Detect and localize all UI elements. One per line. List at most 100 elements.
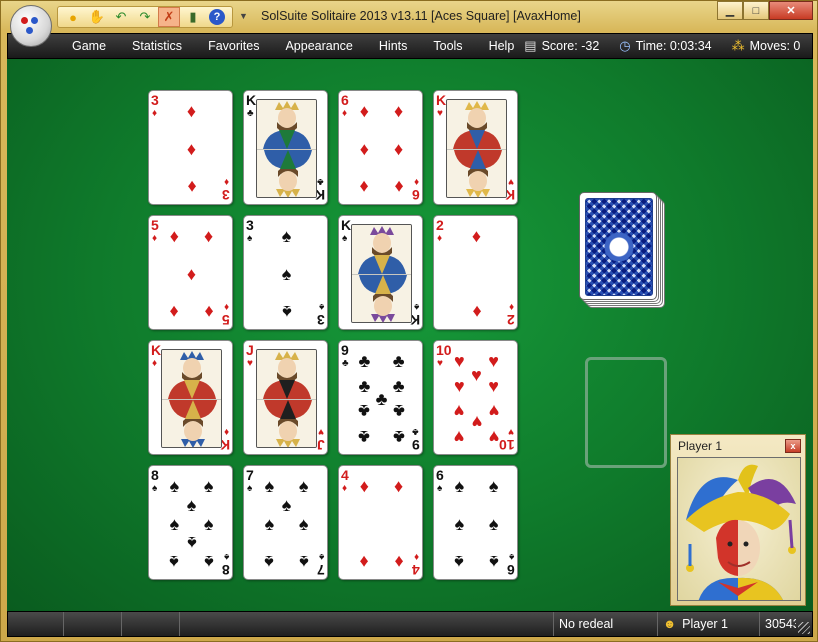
card-suit-icon-bottom: ♦ [413, 551, 419, 562]
score-label: Score: [541, 39, 578, 53]
close-button[interactable]: ✕ [769, 1, 813, 20]
card-rank: K [436, 92, 447, 108]
playing-card[interactable]: 8 ♠ 8 ♠ ♠ ♠ ♠ ♠ ♠ ♠ ♠ ♠ [148, 465, 233, 580]
card-pips: ♦ ♦ ♦ ♦ ♦ ♦ [353, 101, 410, 197]
playing-card[interactable]: 6 ♠ 6 ♠ ♠ ♠ ♠ ♠ ♠ ♠ [433, 465, 518, 580]
pip-icon: ♠ [454, 513, 465, 534]
pip-icon: ♦ [186, 176, 197, 197]
playing-card[interactable]: K ♦ K ♦ [148, 340, 233, 455]
card-suit-icon: ♥ [437, 358, 443, 369]
playing-card[interactable]: J ♥ J ♥ [243, 340, 328, 455]
customize-toolbar-icon[interactable]: ▼ [239, 11, 248, 21]
card-pips: ♠ ♠ ♠ ♠ ♠ ♠ [448, 476, 505, 572]
pip-icon: ♣ [392, 400, 405, 421]
maximize-button[interactable]: □ [743, 1, 769, 20]
pip-icon: ♣ [392, 426, 405, 447]
playing-card[interactable]: 2 ♦ 2 ♦ ♦ ♦ [433, 215, 518, 330]
player-panel: Player 1 x [670, 434, 806, 606]
card-back[interactable] [579, 192, 657, 300]
resize-grip[interactable] [798, 622, 810, 634]
statistics-icon[interactable]: ▮ [182, 7, 204, 27]
menu-statistics[interactable]: Statistics [119, 34, 195, 58]
playing-card[interactable]: 3 ♠ 3 ♠ ♠ ♠ ♠ [243, 215, 328, 330]
pip-icon: ♦ [471, 225, 482, 246]
app-menu-orb[interactable] [10, 5, 52, 47]
pip-icon: ♣ [392, 350, 405, 371]
card-rank-bottom: 2 [507, 312, 515, 328]
playing-card[interactable]: 9 ♣ 9 ♣ ♣ ♣ ♣ ♣ ♣ ♣ ♣ ♣ ♣ [338, 340, 423, 455]
pip-icon: ♠ [488, 551, 499, 572]
pip-icon: ♦ [359, 176, 369, 197]
pip-icon: ♦ [471, 301, 482, 322]
restart-icon[interactable]: ✋ [86, 7, 108, 27]
menu-help[interactable]: Help [476, 34, 519, 58]
playing-card[interactable]: K ♣ K ♣ [243, 90, 328, 205]
card-suit-icon-bottom: ♣ [412, 426, 419, 437]
window-title: SolSuite Solitaire 2013 v13.11 [Aces Squ… [261, 9, 581, 23]
card-suit-icon-bottom: ♦ [223, 301, 229, 312]
waste-slot[interactable] [585, 357, 667, 468]
card-suit-icon: ♦ [152, 108, 158, 119]
menu-favorites[interactable]: Favorites [195, 34, 272, 58]
card-rank: 4 [341, 467, 349, 483]
window-controls: ▁ □ ✕ [717, 1, 813, 20]
card-suit-icon: ♠ [152, 483, 158, 494]
menu-hints[interactable]: Hints [366, 34, 420, 58]
pip-icon: ♦ [186, 138, 197, 159]
playing-card[interactable]: 7 ♠ 7 ♠ ♠ ♠ ♠ ♠ ♠ ♠ ♠ [243, 465, 328, 580]
card-suit-icon: ♦ [342, 483, 348, 494]
card-rank: 8 [151, 467, 159, 483]
card-suit-icon: ♣ [342, 358, 349, 369]
card-suit-icon: ♠ [247, 233, 253, 244]
court-card-art [256, 349, 317, 448]
redo-icon[interactable]: ↷ [134, 7, 156, 27]
pip-icon: ♠ [169, 513, 180, 534]
pip-icon: ♠ [298, 513, 309, 534]
card-rank: 3 [246, 217, 254, 233]
time-label: Time: [635, 39, 667, 53]
card-suit-icon-bottom: ♥ [318, 426, 324, 437]
pip-icon: ♥ [454, 400, 465, 421]
pip-icon: ♦ [394, 176, 404, 197]
playing-card[interactable]: 10 ♥ 10 ♥ ♥ ♥ ♥ ♥ ♥ ♥ ♥ ♥ ♥ ♥ [433, 340, 518, 455]
card-suit-icon-bottom: ♠ [508, 551, 514, 562]
stock-pile[interactable] [579, 192, 669, 314]
pip-icon: ♣ [375, 388, 388, 409]
new-game-icon[interactable]: ● [62, 7, 84, 27]
card-rank-bottom: 4 [412, 562, 420, 578]
pip-icon: ♥ [471, 412, 482, 433]
help-icon[interactable]: ? [206, 7, 228, 27]
pip-icon: ♦ [394, 551, 404, 572]
game-number: 30543 [765, 617, 796, 631]
undo-icon[interactable]: ↶ [110, 7, 132, 27]
score-icon: ▤ [524, 38, 537, 53]
card-pips: ♠ ♠ ♠ ♠ ♠ ♠ ♠ ♠ [163, 475, 220, 572]
minimize-button[interactable]: ▁ [717, 1, 743, 20]
menu-appearance[interactable]: Appearance [272, 34, 365, 58]
playing-card[interactable]: 6 ♦ 6 ♦ ♦ ♦ ♦ ♦ ♦ ♦ [338, 90, 423, 205]
player-panel-close-button[interactable]: x [785, 439, 801, 453]
moves-display: ⁂ Moves: 0 [732, 38, 801, 54]
card-pips: ♦ ♦ ♦ [163, 101, 220, 197]
jester-avatar [677, 457, 801, 601]
playing-card[interactable]: K ♠ K ♠ [338, 215, 423, 330]
pip-icon: ♠ [169, 475, 180, 496]
card-suit-icon: ♦ [152, 233, 158, 244]
score-display: ▤ Score: -32 [524, 38, 599, 54]
menu-bar: Game Statistics Favorites Appearance Hin… [7, 33, 813, 59]
pip-icon: ♠ [203, 513, 214, 534]
card-suit-icon: ♥ [247, 358, 253, 369]
playing-card[interactable]: 5 ♦ 5 ♦ ♦ ♦ ♦ ♦ ♦ [148, 215, 233, 330]
card-rank-bottom: 8 [222, 562, 230, 578]
hint-icon[interactable]: ✗ [158, 7, 180, 27]
pip-icon: ♠ [203, 475, 214, 496]
pip-icon: ♦ [169, 225, 179, 246]
playing-card[interactable]: K ♥ K ♥ [433, 90, 518, 205]
pip-icon: ♥ [488, 426, 499, 447]
playing-card[interactable]: 4 ♦ 4 ♦ ♦ ♦ ♦ ♦ [338, 465, 423, 580]
playing-card[interactable]: 3 ♦ 3 ♦ ♦ ♦ ♦ [148, 90, 233, 205]
menu-tools[interactable]: Tools [420, 34, 475, 58]
time-display: ◷ Time: 0:03:34 [619, 38, 711, 54]
moves-value: 0 [793, 39, 801, 53]
pip-icon: ♦ [394, 138, 404, 159]
